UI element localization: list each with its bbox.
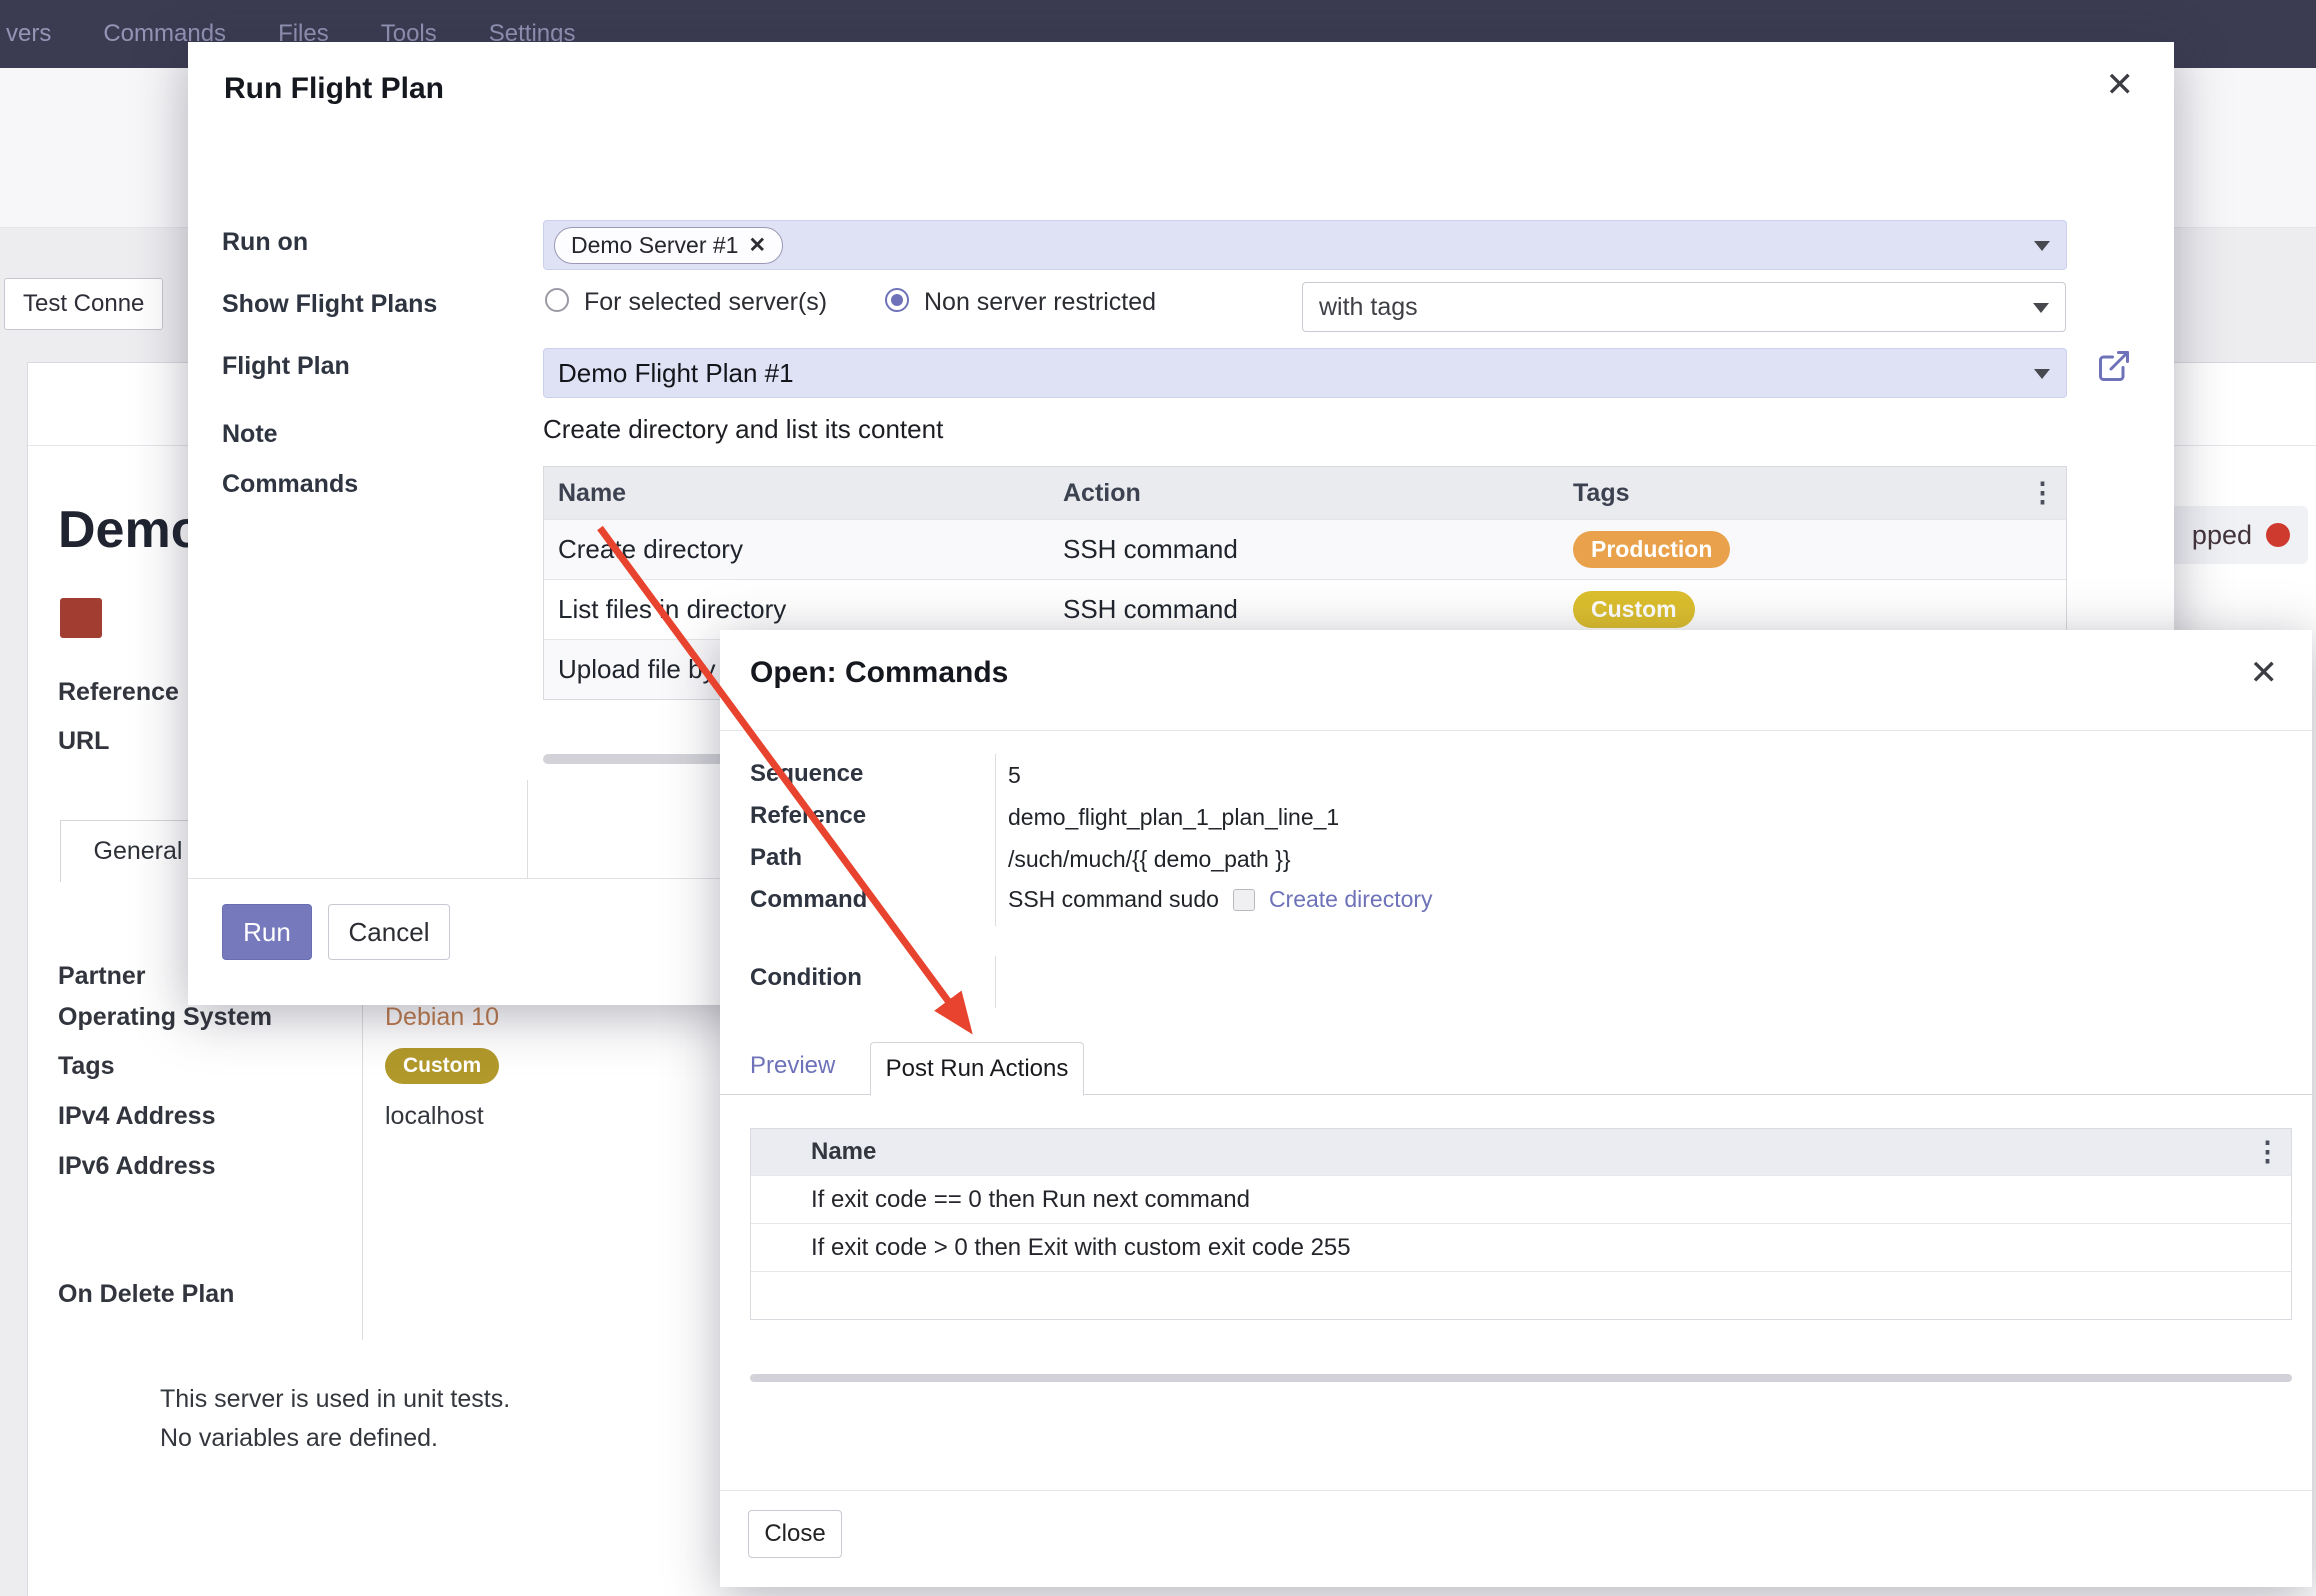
radio-non-server-restricted[interactable] bbox=[885, 288, 909, 312]
command-value: SSH command sudo bbox=[1008, 886, 1219, 913]
sequence-label: Sequence bbox=[750, 760, 863, 788]
show-flight-plans-label: Show Flight Plans bbox=[222, 290, 437, 319]
with-tags-dropdown-value: with tags bbox=[1319, 293, 1418, 322]
tab-preview[interactable]: Preview bbox=[750, 1052, 835, 1080]
sequence-value: 5 bbox=[1008, 762, 1021, 789]
radio-for-selected-servers[interactable] bbox=[545, 288, 569, 312]
run-on-server-select[interactable]: Demo Server #1 ✕ bbox=[543, 220, 2067, 270]
nav-item-servers[interactable]: vers bbox=[6, 20, 51, 48]
post-run-actions-header: Name ⋮ bbox=[751, 1129, 2291, 1175]
with-tags-dropdown[interactable]: with tags bbox=[1302, 282, 2066, 332]
header-tags: Tags bbox=[1569, 479, 2066, 508]
row-name: List files in directory bbox=[544, 594, 1059, 625]
unit-test-note-line2: No variables are defined. bbox=[160, 1424, 438, 1453]
field-divider bbox=[995, 754, 996, 926]
commands-table-header: Name Action Tags ⋮ bbox=[544, 467, 2066, 519]
close-icon[interactable]: ✕ bbox=[2250, 656, 2279, 690]
row-name: Create directory bbox=[544, 534, 1059, 565]
tags-label: Tags bbox=[58, 1052, 115, 1081]
post-run-action-row[interactable]: If exit code == 0 then Run next command bbox=[751, 1175, 2291, 1223]
tag-badge-custom: Custom bbox=[1573, 591, 1695, 628]
reference-value: demo_flight_plan_1_plan_line_1 bbox=[1008, 804, 1339, 831]
path-label: Path bbox=[750, 844, 802, 872]
ipv6-label: IPv6 Address bbox=[58, 1152, 215, 1181]
flight-plan-label: Flight Plan bbox=[222, 352, 350, 381]
kebab-menu-icon[interactable]: ⋮ bbox=[2254, 1139, 2281, 1166]
ipv4-value: localhost bbox=[385, 1102, 484, 1131]
radio-for-selected-servers-label[interactable]: For selected server(s) bbox=[584, 288, 827, 317]
commands-modal-footer-divider bbox=[720, 1490, 2312, 1491]
unit-test-note-line1: This server is used in unit tests. bbox=[160, 1385, 510, 1414]
chevron-down-icon[interactable] bbox=[2034, 241, 2050, 251]
commands-modal-title: Open: Commands bbox=[750, 656, 1008, 690]
commands-modal-header-divider bbox=[720, 730, 2312, 731]
page-title: Demo bbox=[58, 500, 202, 560]
partner-label: Partner bbox=[58, 962, 146, 991]
header-name: Name bbox=[811, 1138, 876, 1166]
on-delete-plan-label: On Delete Plan bbox=[58, 1280, 234, 1309]
server-color-swatch[interactable] bbox=[60, 598, 102, 638]
status-dot-icon bbox=[2266, 523, 2290, 547]
test-connection-button[interactable]: Test Conne bbox=[4, 278, 163, 330]
notebook-divider bbox=[527, 780, 528, 878]
run-modal-title: Run Flight Plan bbox=[224, 72, 444, 106]
kebab-menu-icon[interactable]: ⋮ bbox=[2029, 480, 2056, 507]
server-chip-label: Demo Server #1 bbox=[571, 232, 738, 259]
create-directory-link[interactable]: Create directory bbox=[1269, 886, 1433, 913]
server-tag-badge: Custom bbox=[385, 1048, 499, 1084]
table-row[interactable]: Create directory SSH command Production bbox=[544, 519, 2066, 579]
condition-label: Condition bbox=[750, 964, 862, 992]
row-action: SSH command bbox=[1059, 534, 1569, 565]
radio-non-server-restricted-label[interactable]: Non server restricted bbox=[924, 288, 1156, 317]
chevron-down-icon[interactable] bbox=[2033, 303, 2049, 313]
plan-description: Create directory and list its content bbox=[543, 414, 943, 445]
external-link-icon[interactable] bbox=[2096, 348, 2132, 384]
chevron-down-icon[interactable] bbox=[2034, 369, 2050, 379]
server-chip[interactable]: Demo Server #1 ✕ bbox=[554, 227, 783, 264]
close-icon[interactable]: ✕ bbox=[2106, 68, 2135, 102]
flight-plan-select-value: Demo Flight Plan #1 bbox=[558, 358, 794, 389]
field-divider bbox=[995, 956, 996, 1008]
open-commands-modal: Open: Commands ✕ Sequence Reference Path… bbox=[720, 630, 2312, 1587]
commands-label: Commands bbox=[222, 470, 358, 499]
chip-remove-icon[interactable]: ✕ bbox=[748, 233, 766, 258]
reference-label: Reference bbox=[750, 802, 866, 830]
close-button[interactable]: Close bbox=[748, 1510, 842, 1558]
cancel-button[interactable]: Cancel bbox=[328, 904, 450, 960]
status-text: pped bbox=[2192, 520, 2252, 551]
command-value-row: SSH command sudo Create directory bbox=[1008, 886, 1433, 913]
note-label: Note bbox=[222, 420, 278, 449]
path-value: /such/much/{{ demo_path }} bbox=[1008, 846, 1291, 873]
table-scrollbar[interactable] bbox=[750, 1374, 2292, 1382]
run-button[interactable]: Run bbox=[222, 904, 312, 960]
post-run-action-row[interactable]: If exit code > 0 then Exit with custom e… bbox=[751, 1223, 2291, 1271]
post-run-action-row-empty bbox=[751, 1271, 2291, 1319]
post-run-actions-table: Name ⋮ If exit code == 0 then Run next c… bbox=[750, 1128, 2292, 1320]
form-column-divider bbox=[362, 958, 363, 1340]
command-label: Command bbox=[750, 886, 867, 914]
header-name: Name bbox=[544, 479, 1059, 508]
ipv4-label: IPv4 Address bbox=[58, 1102, 215, 1131]
tab-post-run-actions[interactable]: Post Run Actions bbox=[870, 1042, 1084, 1096]
operating-system-value[interactable]: Debian 10 bbox=[385, 1003, 499, 1032]
row-action: SSH command bbox=[1059, 594, 1569, 625]
app-root: vers Commands Files Tools Settings Test … bbox=[0, 0, 2316, 1596]
reference-label: Reference bbox=[58, 678, 179, 707]
tag-badge-production: Production bbox=[1573, 531, 1730, 568]
command-checkbox[interactable] bbox=[1233, 889, 1255, 911]
header-action: Action bbox=[1059, 479, 1569, 508]
flight-plan-select[interactable]: Demo Flight Plan #1 bbox=[543, 348, 2067, 398]
run-on-label: Run on bbox=[222, 228, 308, 257]
operating-system-label: Operating System bbox=[58, 1003, 272, 1032]
url-label: URL bbox=[58, 727, 109, 756]
